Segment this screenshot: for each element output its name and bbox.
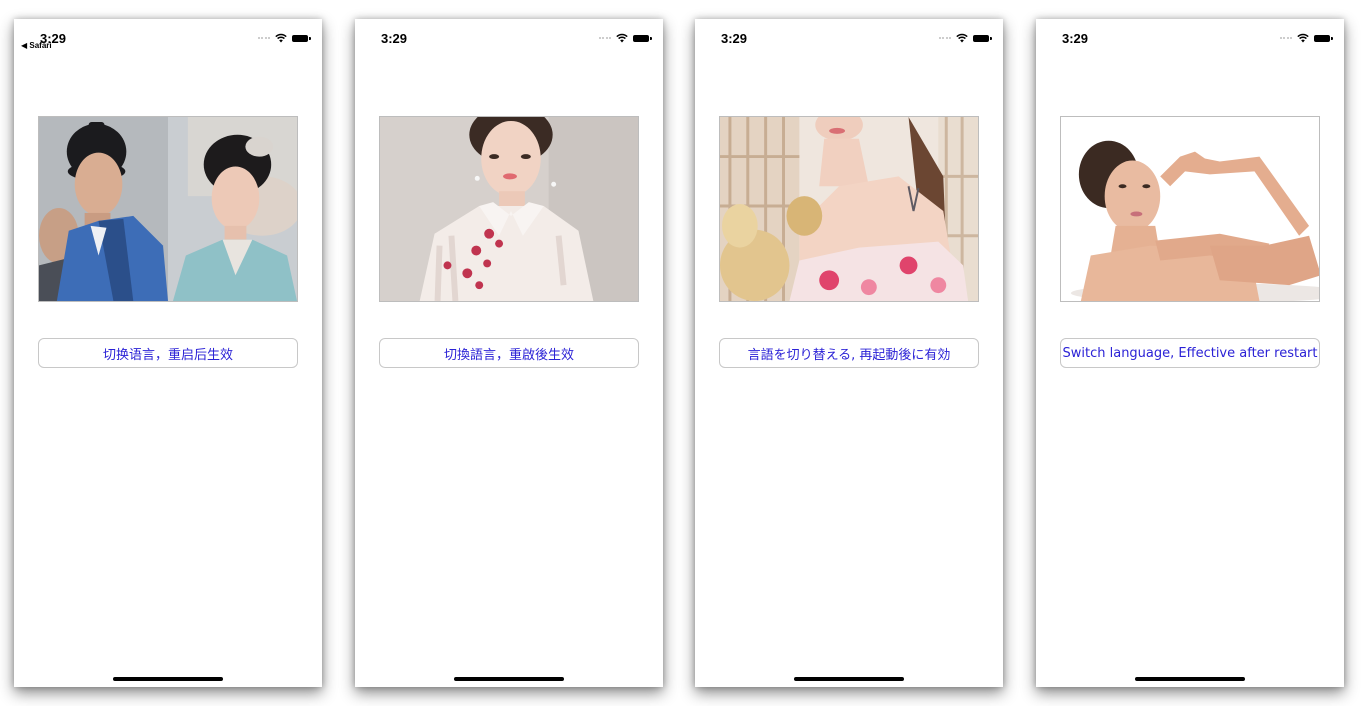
home-indicator[interactable]: [1135, 677, 1245, 681]
status-icons: [938, 32, 992, 44]
home-indicator[interactable]: [454, 677, 564, 681]
hero-image: [38, 116, 298, 302]
switch-language-button[interactable]: 切换语言，重启后生效: [38, 338, 298, 368]
battery-icon: [1314, 34, 1333, 42]
cellular-signal-icon: [938, 37, 951, 39]
switch-language-button[interactable]: 切換語言，重啟後生效: [379, 338, 639, 368]
status-icons: [1279, 32, 1333, 44]
status-time: 3:29: [721, 31, 748, 46]
phone-screen-japanese: 3:29 言語を切り替える, 再起動後に有効: [695, 19, 1003, 687]
status-icons: [257, 32, 311, 44]
battery-icon: [973, 34, 992, 42]
phone-screen-english: 3:29 Switch language, Effective after re…: [1036, 19, 1344, 687]
switch-language-button[interactable]: 言語を切り替える, 再起動後に有効: [719, 338, 979, 368]
hero-image: [379, 116, 639, 302]
cellular-signal-icon: [598, 37, 611, 39]
beauty-model-photo: [1061, 117, 1319, 301]
hero-image: [1060, 116, 1320, 302]
wifi-icon: [1297, 33, 1309, 43]
back-to-safari-link[interactable]: ◀ Safari: [21, 41, 52, 50]
status-icons: [598, 32, 652, 44]
status-time: 3:29: [381, 31, 408, 46]
qipao-portrait-photo: [380, 117, 638, 301]
cellular-signal-icon: [257, 37, 270, 39]
battery-icon: [292, 34, 311, 42]
wifi-icon: [956, 33, 968, 43]
status-time: 3:29: [1062, 31, 1089, 46]
home-indicator[interactable]: [113, 677, 223, 681]
kimono-shoulder-photo: [720, 117, 978, 301]
hero-image: [719, 116, 979, 302]
battery-icon: [633, 34, 652, 42]
switch-language-button[interactable]: Switch language, Effective after restart: [1060, 338, 1320, 368]
cellular-signal-icon: [1279, 37, 1292, 39]
phone-screen-traditional-chinese: 3:29 切換語言，重啟後生效: [355, 19, 663, 687]
wifi-icon: [616, 33, 628, 43]
phone-screen-simplified-chinese: 3:29 ◀ Safari 切换语言，重启后生效: [14, 19, 322, 687]
costume-drama-photo: [39, 117, 297, 301]
home-indicator[interactable]: [794, 677, 904, 681]
wifi-icon: [275, 33, 287, 43]
